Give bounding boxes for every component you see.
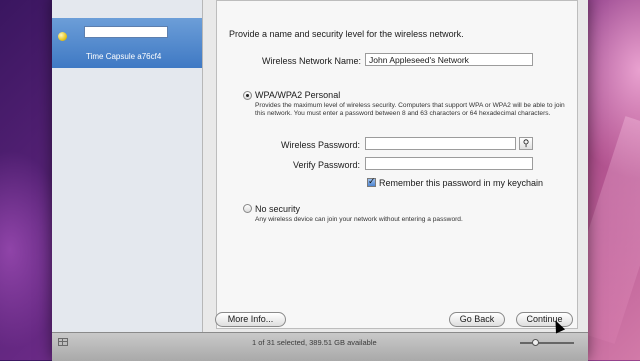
- status-text: 1 of 31 selected, 389.51 GB available: [252, 338, 377, 347]
- setup-window: Time Capsule a76cf4 Provide a name and s…: [52, 0, 588, 361]
- remember-checkbox[interactable]: [367, 176, 376, 187]
- intro-text: Provide a name and security level for th…: [229, 29, 464, 39]
- password-field[interactable]: [365, 137, 516, 150]
- network-name-field[interactable]: John Appleseed's Network: [365, 53, 533, 66]
- continue-button[interactable]: Continue: [516, 312, 573, 327]
- password-label: Wireless Password:: [280, 140, 360, 150]
- slider-knob[interactable]: [532, 339, 539, 346]
- wpa-radio[interactable]: [243, 91, 252, 100]
- remember-label: Remember this password in my keychain: [379, 178, 544, 188]
- status-bar: 1 of 31 selected, 389.51 GB available: [52, 332, 588, 361]
- device-rename-field[interactable]: [84, 26, 168, 38]
- verify-password-field[interactable]: [365, 157, 533, 170]
- key-icon[interactable]: ⚲: [519, 137, 533, 150]
- sidebar-item-device[interactable]: Time Capsule a76cf4: [52, 18, 202, 68]
- no-security-title: No security: [255, 204, 301, 214]
- go-back-button[interactable]: Go Back: [449, 312, 505, 327]
- wpa-title: WPA/WPA2 Personal: [255, 90, 341, 100]
- network-name-label: Wireless Network Name:: [261, 56, 361, 66]
- device-name: Time Capsule a76cf4: [86, 52, 162, 61]
- view-options-icon[interactable]: [58, 338, 68, 346]
- more-info-button[interactable]: More Info...: [215, 312, 286, 327]
- verify-password-label: Verify Password:: [292, 160, 360, 170]
- wpa-description: Provides the maximum level of wireless s…: [255, 102, 565, 118]
- sidebar: Time Capsule a76cf4: [52, 0, 203, 332]
- no-security-description: Any wireless device can join your networ…: [255, 216, 463, 223]
- setup-pane: Provide a name and security level for th…: [216, 0, 578, 329]
- icon-size-slider[interactable]: [520, 339, 574, 346]
- no-security-radio[interactable]: [243, 204, 252, 213]
- status-light-icon: [58, 32, 67, 41]
